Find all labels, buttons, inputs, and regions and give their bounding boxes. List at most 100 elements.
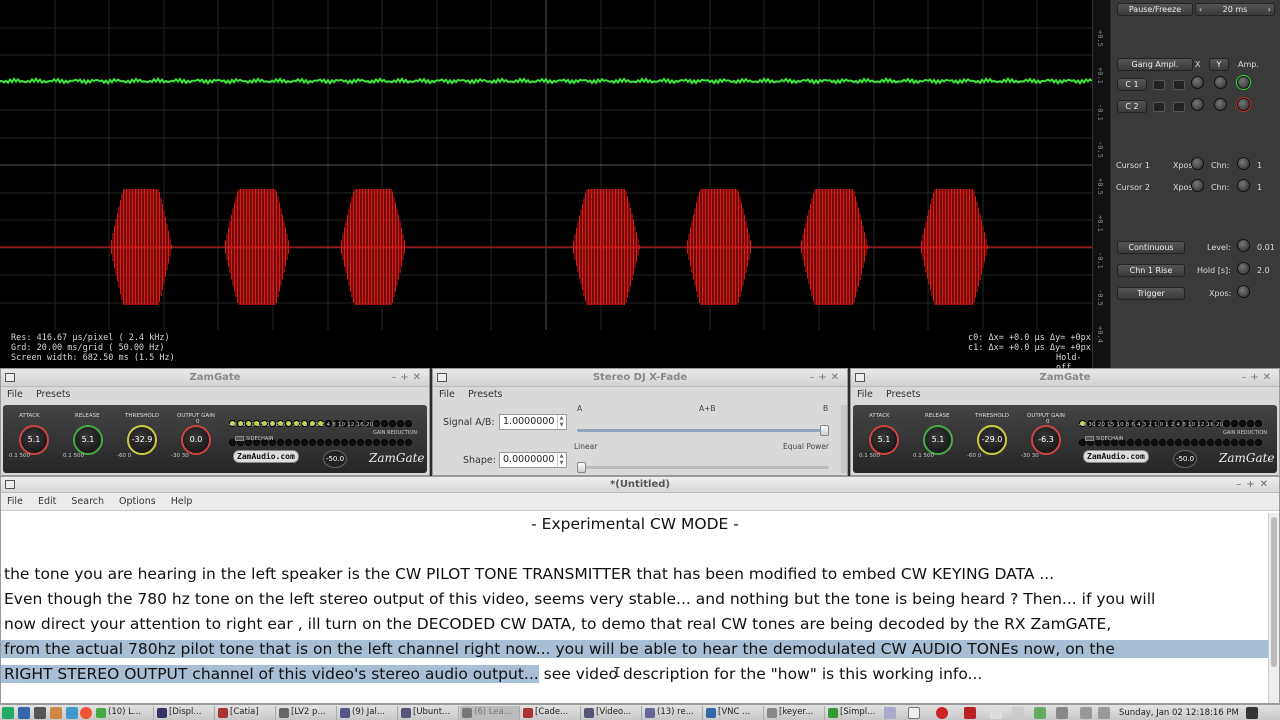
editor-titlebar[interactable]: *(Untitled) –+✕ bbox=[1, 477, 1279, 493]
shape-slider[interactable] bbox=[577, 466, 829, 469]
browser-icon[interactable] bbox=[80, 707, 92, 719]
launcher-icon[interactable] bbox=[18, 707, 30, 719]
editor-text-area[interactable]: - Experimental CW MODE - the tone you ar… bbox=[1, 513, 1269, 703]
tray-clipboard-icon[interactable] bbox=[990, 707, 1002, 719]
channel2-toggle[interactable]: C 2 bbox=[1117, 100, 1147, 113]
spin-arrows-icon[interactable]: ▲ ▼ bbox=[557, 415, 565, 429]
network-icon[interactable] bbox=[66, 707, 78, 719]
y-toggle[interactable]: Y bbox=[1209, 58, 1229, 71]
scrollbar-thumb[interactable] bbox=[1271, 517, 1277, 667]
taskbar-task[interactable]: (9) Jal... bbox=[338, 706, 398, 720]
volume-icon[interactable] bbox=[1098, 707, 1110, 719]
signal-spinbox[interactable]: 1.0000000 ▲ ▼ bbox=[499, 414, 567, 430]
chevron-right-icon[interactable]: › bbox=[1268, 4, 1271, 15]
taskbar-task[interactable]: (13) re... bbox=[643, 706, 703, 720]
taskbar-task[interactable]: [Ubunt... bbox=[399, 706, 459, 720]
taskbar-task[interactable]: (6) Lea... bbox=[460, 706, 520, 720]
taskbar-task[interactable]: [Cade... bbox=[521, 706, 581, 720]
timebase-selector[interactable]: ‹ 20 ms › bbox=[1195, 3, 1275, 16]
sidechain-toggle[interactable]: SIDECHAIN bbox=[1085, 436, 1124, 442]
c1-xpos-knob[interactable] bbox=[1191, 76, 1204, 89]
spin-arrows-icon[interactable]: ▲ ▼ bbox=[557, 453, 565, 467]
attack-knob[interactable]: 5.1 bbox=[869, 425, 899, 455]
tray-window-icon[interactable] bbox=[908, 707, 920, 719]
c2-xpos-knob[interactable] bbox=[1191, 98, 1204, 111]
c1-ypos-knob[interactable] bbox=[1214, 76, 1227, 89]
menu-search[interactable]: Search bbox=[71, 496, 104, 507]
menu-file[interactable]: File bbox=[7, 496, 23, 507]
zamgate-right-titlebar[interactable]: ZamGate –+✕ bbox=[851, 369, 1279, 387]
menu-file[interactable]: File bbox=[439, 389, 455, 400]
bluetooth-icon[interactable] bbox=[1080, 707, 1092, 719]
cursor1-chn-knob[interactable] bbox=[1237, 157, 1250, 170]
window-controls[interactable]: –+✕ bbox=[391, 369, 425, 387]
menu-presets[interactable]: Presets bbox=[886, 389, 921, 400]
xfade-scrollbar[interactable] bbox=[841, 405, 847, 473]
sidechain-gain-knob[interactable]: -50.0 bbox=[1173, 450, 1197, 468]
trigger-button[interactable]: Trigger bbox=[1117, 287, 1185, 300]
taskbar-task[interactable]: [LV2 p... bbox=[277, 706, 337, 720]
signal-slider[interactable] bbox=[577, 429, 829, 432]
window-controls[interactable]: –+✕ bbox=[809, 369, 843, 387]
tray-mail-icon[interactable] bbox=[1056, 707, 1068, 719]
cursor2-chn-knob[interactable] bbox=[1237, 179, 1250, 192]
tray-display-icon[interactable] bbox=[884, 707, 896, 719]
files-icon[interactable] bbox=[50, 707, 62, 719]
menu-file[interactable]: File bbox=[857, 389, 873, 400]
taskbar-task[interactable]: [Video... bbox=[582, 706, 642, 720]
sidechain-toggle[interactable]: SIDECHAIN bbox=[235, 436, 274, 442]
editor-scrollbar[interactable] bbox=[1268, 513, 1279, 703]
channel1-toggle[interactable]: C 1 bbox=[1117, 78, 1147, 91]
terminal-icon[interactable] bbox=[34, 707, 46, 719]
release-knob[interactable]: 5.1 bbox=[923, 425, 953, 455]
c2-ac-icon[interactable] bbox=[1173, 102, 1185, 112]
start-menu-icon[interactable] bbox=[2, 707, 14, 719]
hold-knob[interactable] bbox=[1237, 262, 1250, 275]
menu-presets[interactable]: Presets bbox=[36, 389, 71, 400]
cursor1-xpos-knob[interactable] bbox=[1191, 157, 1204, 170]
tray-record-icon[interactable] bbox=[936, 707, 948, 719]
taskbar-task[interactable]: (10) L... bbox=[94, 706, 154, 720]
c1-invert-icon[interactable] bbox=[1153, 80, 1165, 90]
attack-knob[interactable]: 5.1 bbox=[19, 425, 49, 455]
menu-edit[interactable]: Edit bbox=[38, 496, 56, 507]
trigger-level-knob[interactable] bbox=[1237, 239, 1250, 252]
sidechain-checkbox[interactable] bbox=[235, 436, 244, 441]
trigger-mode-selector[interactable]: Continuous bbox=[1117, 241, 1185, 254]
release-knob[interactable]: 5.1 bbox=[73, 425, 103, 455]
c2-invert-icon[interactable] bbox=[1153, 102, 1165, 112]
taskbar-task[interactable]: [VNC ... bbox=[704, 706, 764, 720]
clock[interactable]: Sunday, Jan 02 12:18:16 PM bbox=[1119, 706, 1239, 720]
signal-slider-handle[interactable] bbox=[820, 425, 829, 436]
menu-options[interactable]: Options bbox=[119, 496, 156, 507]
tray-network-icon[interactable] bbox=[1034, 707, 1046, 719]
sidechain-gain-knob[interactable]: -50.0 bbox=[323, 450, 347, 468]
threshold-knob[interactable]: -29.0 bbox=[977, 425, 1007, 455]
taskbar-task[interactable]: [Catia] bbox=[216, 706, 276, 720]
pause-freeze-button[interactable]: Pause/Freeze bbox=[1117, 3, 1193, 16]
threshold-knob[interactable]: -32.9 bbox=[127, 425, 157, 455]
taskbar-task[interactable]: [Displ... bbox=[155, 706, 215, 720]
taskbar-task[interactable]: [keyer... bbox=[765, 706, 825, 720]
chevron-left-icon[interactable]: ‹ bbox=[1199, 4, 1202, 15]
trigger-xpos-knob[interactable] bbox=[1237, 285, 1250, 298]
output-gain-knob[interactable]: 0.0 bbox=[181, 425, 211, 455]
sidechain-checkbox[interactable] bbox=[1085, 436, 1094, 441]
menu-help[interactable]: Help bbox=[171, 496, 193, 507]
taskbar-task[interactable]: [Simpl... bbox=[826, 706, 886, 720]
menu-file[interactable]: File bbox=[7, 389, 23, 400]
c2-amp-knob[interactable] bbox=[1237, 98, 1250, 111]
gang-amplitude-button[interactable]: Gang Ampl. bbox=[1117, 58, 1193, 71]
c2-ypos-knob[interactable] bbox=[1214, 98, 1227, 111]
zamgate-left-titlebar[interactable]: ZamGate –+✕ bbox=[1, 369, 429, 387]
power-icon[interactable] bbox=[1246, 707, 1258, 719]
c1-ac-icon[interactable] bbox=[1173, 80, 1185, 90]
shape-spinbox[interactable]: 0.0000000 ▲ ▼ bbox=[499, 452, 567, 468]
window-controls[interactable]: –+✕ bbox=[1241, 369, 1275, 387]
window-controls[interactable]: –+✕ bbox=[1236, 477, 1273, 493]
tray-update-icon[interactable] bbox=[1012, 707, 1024, 719]
menu-presets[interactable]: Presets bbox=[468, 389, 503, 400]
shape-slider-handle[interactable] bbox=[577, 462, 586, 473]
output-gain-knob[interactable]: -6.3 bbox=[1031, 425, 1061, 455]
xfade-titlebar[interactable]: Stereo DJ X-Fade –+✕ bbox=[433, 369, 847, 387]
